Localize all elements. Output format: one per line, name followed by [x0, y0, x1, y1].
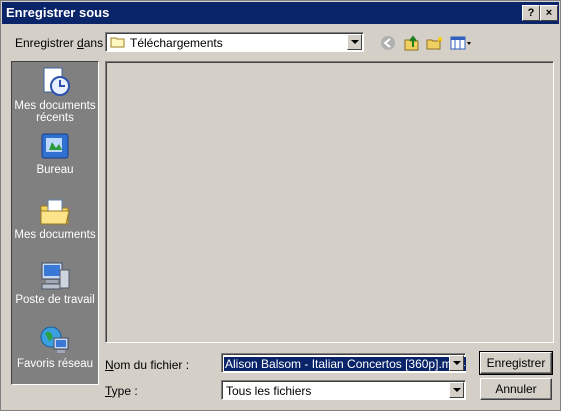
- filetype-value: Tous les fichiers: [226, 384, 312, 398]
- cancel-button[interactable]: Annuler: [480, 378, 552, 400]
- up-folder-icon[interactable]: [403, 34, 421, 52]
- places-bar: Mes documents récents Bureau Mes documen…: [11, 61, 99, 385]
- filetype-combo[interactable]: Tous les fichiers: [221, 380, 466, 400]
- save-button[interactable]: Enregistrer: [479, 351, 553, 375]
- new-folder-icon[interactable]: [426, 34, 444, 52]
- filename-combo[interactable]: Alison Balsom - Italian Concertos [360p]…: [221, 353, 467, 373]
- title-bar[interactable]: Enregistrer sous ? ×: [2, 2, 559, 24]
- save-as-dialog: Enregistrer sous ? × Enregistrer dans : …: [0, 0, 561, 411]
- chevron-down-icon[interactable]: [449, 382, 464, 398]
- back-icon[interactable]: [379, 34, 397, 52]
- save-in-value: Téléchargements: [130, 36, 223, 50]
- view-menu-icon[interactable]: [450, 34, 472, 52]
- my-documents-icon: [40, 199, 70, 225]
- place-my-computer[interactable]: Poste de travail: [12, 260, 98, 306]
- network-places-icon: [40, 326, 69, 353]
- file-list[interactable]: [105, 61, 554, 343]
- place-recent-documents[interactable]: Mes documents récents: [12, 66, 98, 124]
- place-network-places[interactable]: Favoris réseau: [12, 324, 98, 370]
- filename-input[interactable]: Alison Balsom - Italian Concertos [360p]…: [224, 357, 467, 371]
- help-button[interactable]: ?: [522, 5, 540, 21]
- recent-documents-icon: [43, 67, 70, 96]
- filetype-label: Type :: [105, 384, 138, 398]
- place-desktop[interactable]: Bureau: [12, 132, 98, 176]
- chevron-down-icon[interactable]: [449, 355, 464, 371]
- save-in-label: Enregistrer dans :: [15, 36, 110, 50]
- place-my-documents[interactable]: Mes documents: [12, 197, 98, 241]
- desktop-icon: [41, 133, 69, 159]
- folder-icon: [110, 37, 125, 48]
- my-computer-icon: [41, 262, 70, 290]
- dialog-title: Enregistrer sous: [6, 5, 110, 20]
- close-button[interactable]: ×: [540, 5, 558, 21]
- chevron-down-icon[interactable]: [347, 34, 362, 50]
- filename-label: Nom du fichier :: [105, 358, 190, 372]
- save-in-combo[interactable]: Téléchargements: [105, 32, 364, 52]
